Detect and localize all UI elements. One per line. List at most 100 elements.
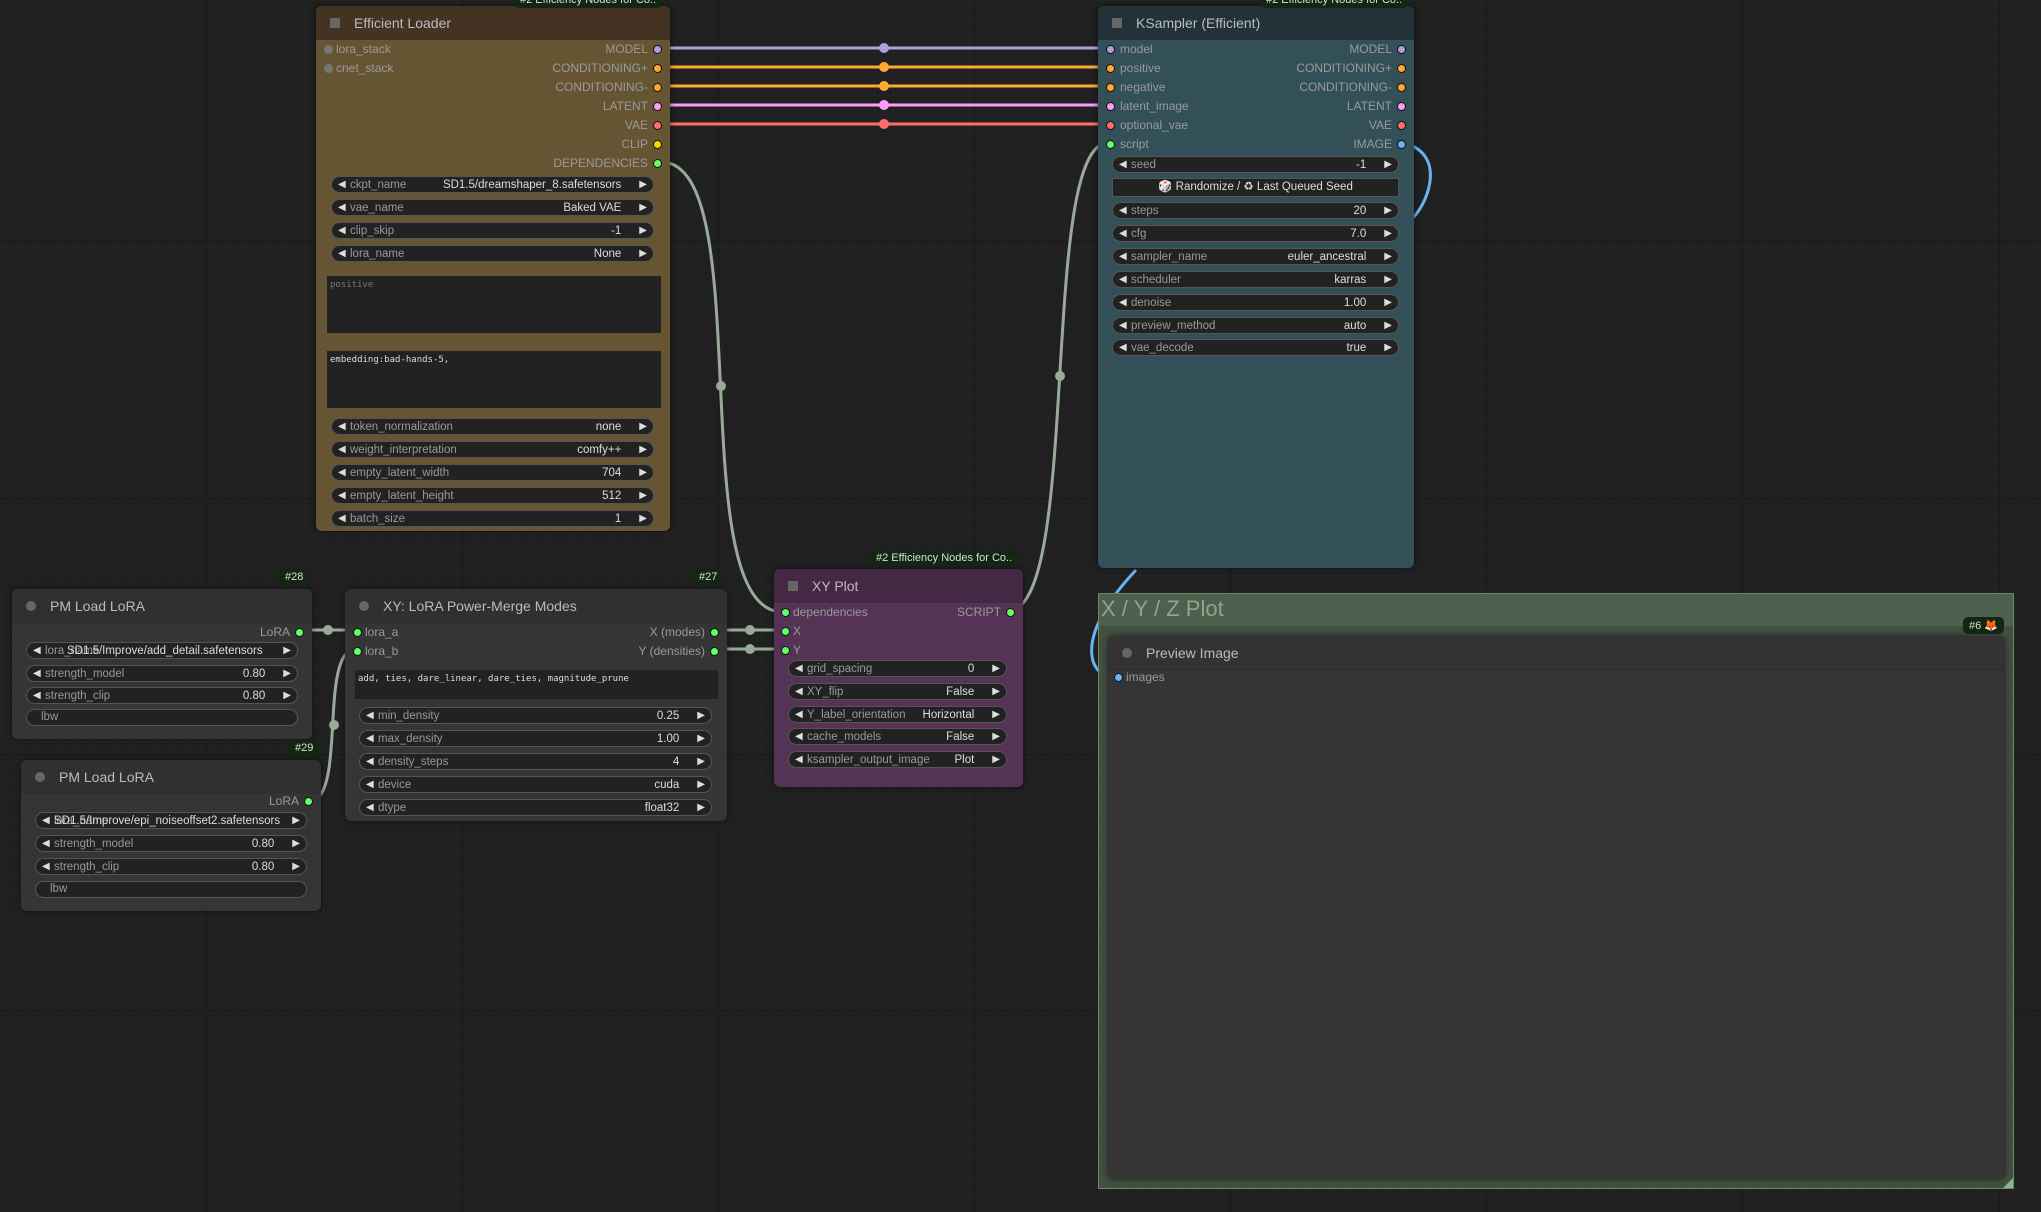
decrement-arrow-icon[interactable]: ◀ — [366, 779, 378, 790]
group-title-bar[interactable]: X / Y / Z Plot — [1099, 594, 2013, 626]
decrement-arrow-icon[interactable]: ◀ — [338, 467, 350, 478]
decrement-arrow-icon[interactable]: ◀ — [1119, 159, 1131, 170]
increment-arrow-icon[interactable]: ▶ — [639, 513, 647, 524]
modes-textarea[interactable]: add, ties, dare_linear, dare_ties, magni… — [355, 670, 718, 699]
output-script[interactable]: SCRIPT — [957, 605, 1015, 619]
slot-dot-icon[interactable] — [710, 647, 719, 656]
increment-arrow-icon[interactable]: ▶ — [639, 225, 647, 236]
decrement-arrow-icon[interactable]: ◀ — [1119, 228, 1131, 239]
decrement-arrow-icon[interactable]: ◀ — [795, 686, 807, 697]
positive-prompt-textarea[interactable]: positive — [327, 276, 661, 333]
pm-load-lora-node-29[interactable]: PM Load LoRA LoRA ◀ lora_name SD1.5/Improv… — [21, 760, 321, 911]
increment-arrow-icon[interactable]: ▶ — [639, 467, 647, 478]
node-title-bar[interactable]: Preview Image — [1108, 636, 2005, 670]
output-lora[interactable]: LoRA — [269, 794, 313, 808]
input-script[interactable]: script — [1106, 137, 1149, 151]
decrement-arrow-icon[interactable]: ◀ — [33, 668, 45, 679]
decrement-arrow-icon[interactable]: ◀ — [338, 513, 350, 524]
link-midpoint[interactable] — [879, 43, 889, 53]
node-title-bar[interactable]: PM Load LoRA — [12, 589, 312, 623]
widget-denoise[interactable]: ◀ denoise 1.00 ▶ — [1112, 294, 1399, 311]
widget-density-steps[interactable]: ◀ density_steps 4 ▶ — [359, 753, 712, 770]
slot-dot-icon[interactable] — [1397, 121, 1406, 130]
widget-preview-method[interactable]: ◀ preview_method auto ▶ — [1112, 317, 1399, 334]
output-conditioning-pos[interactable]: CONDITIONING+ — [552, 61, 662, 75]
lbw-input[interactable]: lbw — [35, 881, 307, 898]
output-image[interactable]: IMAGE — [1353, 137, 1406, 151]
slot-dot-icon[interactable] — [1006, 608, 1015, 617]
widget-clip-skip[interactable]: ◀ clip_skip -1 ▶ — [331, 222, 654, 239]
increment-arrow-icon[interactable]: ▶ — [1384, 251, 1392, 262]
widget-steps[interactable]: ◀ steps 20 ▶ — [1112, 202, 1399, 219]
decrement-arrow-icon[interactable]: ◀ — [366, 802, 378, 813]
link-midpoint[interactable] — [745, 625, 755, 635]
node-title-bar[interactable]: XY: LoRA Power-Merge Modes — [345, 589, 727, 623]
widget-empty-latent-height[interactable]: ◀ empty_latent_height 512 ▶ — [331, 487, 654, 504]
increment-arrow-icon[interactable]: ▶ — [992, 709, 1000, 720]
decrement-arrow-icon[interactable]: ◀ — [33, 645, 45, 656]
widget-ksampler-output-image[interactable]: ◀ ksampler_output_image Plot ▶ — [788, 751, 1007, 768]
slot-dot-icon[interactable] — [1106, 64, 1115, 73]
decrement-arrow-icon[interactable]: ◀ — [338, 444, 350, 455]
ksampler-node[interactable]: KSampler (Efficient) model positive nega… — [1098, 6, 1414, 568]
slot-dot-icon[interactable] — [353, 628, 362, 637]
output-clip[interactable]: CLIP — [621, 137, 662, 151]
increment-arrow-icon[interactable]: ▶ — [697, 779, 705, 790]
lora-power-merge-node[interactable]: XY: LoRA Power-Merge Modes lora_a lora_b… — [345, 589, 727, 821]
slot-dot-icon[interactable] — [653, 159, 662, 168]
increment-arrow-icon[interactable]: ▶ — [992, 686, 1000, 697]
slot-dot-icon[interactable] — [1106, 83, 1115, 92]
pm-load-lora-node-28[interactable]: PM Load LoRA LoRA ◀ lora_name SD1.5/Improv… — [12, 589, 312, 739]
slot-dot-icon[interactable] — [653, 64, 662, 73]
collapse-icon[interactable] — [1122, 647, 1132, 658]
link-midpoint[interactable] — [879, 100, 889, 110]
xy-plot-node[interactable]: XY Plot dependencies X Y SCRIPT ◀ grid_sp… — [774, 569, 1023, 787]
slot-dot-icon[interactable] — [653, 83, 662, 92]
decrement-arrow-icon[interactable]: ◀ — [366, 756, 378, 767]
widget-scheduler[interactable]: ◀ scheduler karras ▶ — [1112, 271, 1399, 288]
decrement-arrow-icon[interactable]: ◀ — [795, 663, 807, 674]
decrement-arrow-icon[interactable]: ◀ — [42, 815, 54, 826]
increment-arrow-icon[interactable]: ▶ — [639, 179, 647, 190]
widget-strength-clip[interactable]: ◀ strength_clip 0.80 ▶ — [26, 687, 298, 704]
node-title-bar[interactable]: KSampler (Efficient) — [1098, 6, 1414, 40]
decrement-arrow-icon[interactable]: ◀ — [42, 838, 54, 849]
slot-dot-icon[interactable] — [653, 45, 662, 54]
input-model[interactable]: model — [1106, 42, 1153, 56]
slot-dot-icon[interactable] — [781, 646, 790, 655]
collapse-icon[interactable] — [359, 601, 369, 611]
increment-arrow-icon[interactable]: ▶ — [292, 861, 300, 872]
collapse-icon[interactable] — [788, 581, 798, 591]
decrement-arrow-icon[interactable]: ◀ — [338, 421, 350, 432]
slot-dot-icon[interactable] — [1397, 83, 1406, 92]
decrement-arrow-icon[interactable]: ◀ — [42, 861, 54, 872]
increment-arrow-icon[interactable]: ▶ — [1384, 342, 1392, 353]
efficient-loader-node[interactable]: Efficient Loader lora_stack cnet_stack M… — [316, 6, 670, 531]
output-model[interactable]: MODEL — [1349, 42, 1406, 56]
widget-sampler-name[interactable]: ◀ sampler_name euler_ancestral ▶ — [1112, 248, 1399, 265]
slot-dot-icon[interactable] — [653, 102, 662, 111]
link-midpoint[interactable] — [329, 720, 339, 730]
output-x-modes[interactable]: X (modes) — [650, 625, 719, 639]
collapse-icon[interactable] — [1112, 18, 1122, 28]
widget-cache-models[interactable]: ◀ cache_models False ▶ — [788, 728, 1007, 745]
link-midpoint[interactable] — [323, 625, 333, 635]
input-latent-image[interactable]: latent_image — [1106, 99, 1189, 113]
slot-dot-icon[interactable] — [1397, 140, 1406, 149]
increment-arrow-icon[interactable]: ▶ — [639, 421, 647, 432]
increment-arrow-icon[interactable]: ▶ — [697, 710, 705, 721]
slot-dot-icon[interactable] — [653, 140, 662, 149]
increment-arrow-icon[interactable]: ▶ — [1384, 297, 1392, 308]
widget-batch-size[interactable]: ◀ batch_size 1 ▶ — [331, 510, 654, 527]
increment-arrow-icon[interactable]: ▶ — [639, 248, 647, 259]
widget-lora-name[interactable]: ◀ lora_name None ▶ — [331, 245, 654, 262]
widget-min-density[interactable]: ◀ min_density 0.25 ▶ — [359, 707, 712, 724]
input-images[interactable]: images — [1114, 670, 1165, 684]
widget-strength-model[interactable]: ◀ strength_model 0.80 ▶ — [26, 665, 298, 682]
increment-arrow-icon[interactable]: ▶ — [697, 733, 705, 744]
slot-dot-icon[interactable] — [324, 64, 333, 73]
collapse-icon[interactable] — [26, 601, 36, 611]
node-title-bar[interactable]: PM Load LoRA — [21, 760, 321, 794]
input-positive[interactable]: positive — [1106, 61, 1161, 75]
output-conditioning-pos[interactable]: CONDITIONING+ — [1296, 61, 1406, 75]
